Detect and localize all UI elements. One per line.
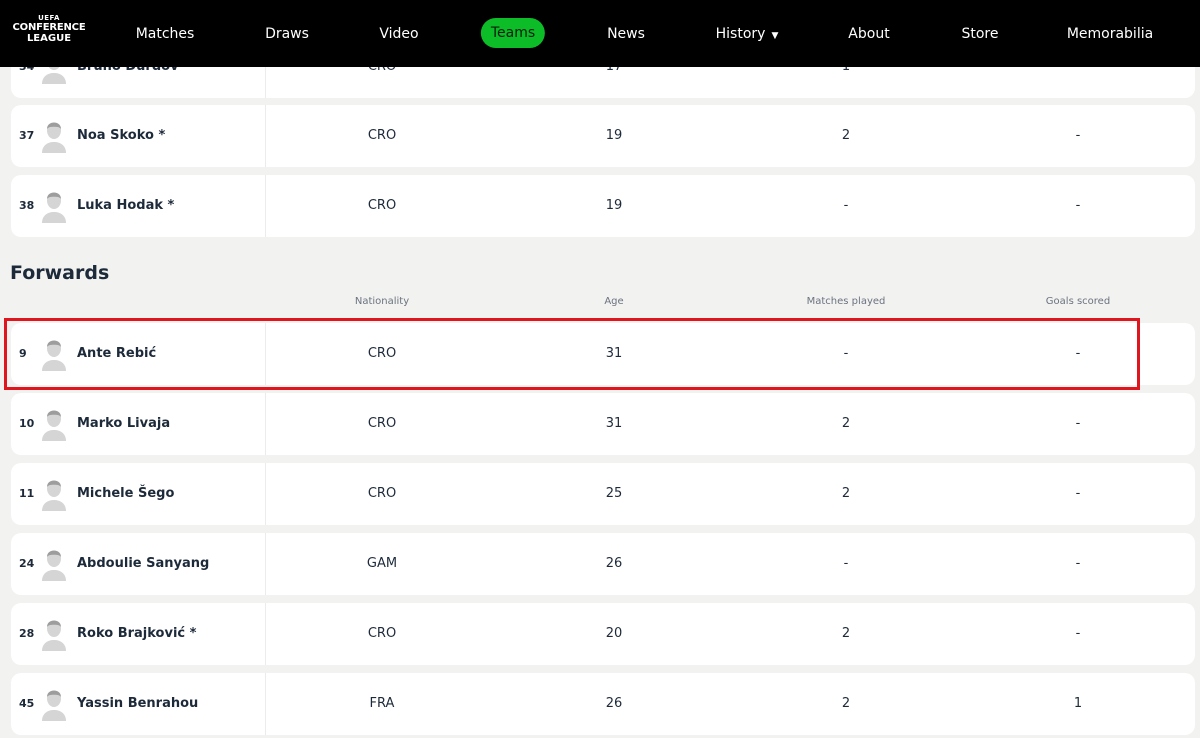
nav-history[interactable]: History ▼ xyxy=(716,20,779,48)
row-divider xyxy=(265,463,266,525)
player-avatar-icon xyxy=(41,339,67,371)
player-nationality: CRO xyxy=(367,198,397,213)
player-row[interactable]: 45 Yassin Benrahou FRA 26 2 1 xyxy=(11,673,1195,735)
player-avatar-icon xyxy=(41,191,67,223)
row-divider xyxy=(265,673,266,735)
logo-uefa-text: UEFA xyxy=(38,14,60,22)
header-goals-scored: Goals scored xyxy=(1045,296,1111,307)
player-row[interactable]: 10 Marko Livaja CRO 31 2 - xyxy=(11,393,1195,455)
player-nationality: CRO xyxy=(367,346,397,361)
player-name[interactable]: Luka Hodak * xyxy=(77,175,174,237)
player-row[interactable]: 38 Luka Hodak * CRO 19 - - xyxy=(11,175,1195,237)
player-matches-played: 2 xyxy=(841,626,851,641)
player-row[interactable]: 9 Ante Rebić CRO 31 - - xyxy=(11,323,1195,385)
player-nationality: CRO xyxy=(367,626,397,641)
row-divider xyxy=(265,175,266,237)
player-row[interactable]: 37 Noa Skoko * CRO 19 2 - xyxy=(11,105,1195,167)
header-age: Age xyxy=(604,296,624,307)
player-nationality: GAM xyxy=(366,556,398,571)
player-age: 19 xyxy=(605,128,623,143)
player-matches-played: - xyxy=(843,556,849,571)
player-avatar-icon xyxy=(41,549,67,581)
player-nationality: CRO xyxy=(367,128,397,143)
player-goals-scored: - xyxy=(1075,416,1081,431)
player-nationality: CRO xyxy=(367,416,397,431)
row-divider xyxy=(265,105,266,167)
player-avatar-icon xyxy=(41,689,67,721)
nav-store[interactable]: Store xyxy=(961,20,998,48)
player-number: 9 xyxy=(19,347,27,360)
player-number: 24 xyxy=(19,557,35,570)
player-goals-scored: - xyxy=(1075,198,1081,213)
player-name[interactable]: Michele Šego xyxy=(77,463,174,525)
player-number: 38 xyxy=(19,199,35,212)
row-divider xyxy=(265,393,266,455)
header-matches-played: Matches played xyxy=(806,296,886,307)
nav-draws[interactable]: Draws xyxy=(265,20,309,48)
player-number: 28 xyxy=(19,627,35,640)
player-age: 26 xyxy=(605,696,623,711)
player-age: 20 xyxy=(605,626,623,641)
header-nationality: Nationality xyxy=(354,296,410,307)
player-goals-scored: - xyxy=(1075,128,1081,143)
player-goals-scored: 1 xyxy=(1073,696,1083,711)
player-row[interactable]: 11 Michele Šego CRO 25 2 - xyxy=(11,463,1195,525)
player-matches-played: 2 xyxy=(841,416,851,431)
player-age: 31 xyxy=(605,416,623,431)
player-nationality: CRO xyxy=(367,486,397,501)
player-goals-scored: - xyxy=(1075,626,1081,641)
logo-line2: LEAGUE xyxy=(26,33,72,44)
player-age: 31 xyxy=(605,346,623,361)
player-goals-scored: - xyxy=(1075,346,1081,361)
player-name[interactable]: Marko Livaja xyxy=(77,393,170,455)
player-nationality: FRA xyxy=(369,696,395,711)
player-matches-played: 2 xyxy=(841,486,851,501)
caret-down-icon: ▼ xyxy=(771,31,779,41)
player-row[interactable]: 28 Roko Brajković * CRO 20 2 - xyxy=(11,603,1195,665)
player-matches-played: 2 xyxy=(841,696,851,711)
player-number: 11 xyxy=(19,487,35,500)
nav-matches[interactable]: Matches xyxy=(136,20,195,48)
player-age: 25 xyxy=(605,486,623,501)
player-avatar-icon xyxy=(41,121,67,153)
nav-teams[interactable]: Teams xyxy=(480,18,546,48)
nav-history-label: History xyxy=(715,26,766,42)
logo-line1: CONFERENCE xyxy=(12,22,86,33)
nav-memorabilia[interactable]: Memorabilia xyxy=(1067,20,1153,48)
player-row[interactable]: 24 Abdoulie Sanyang GAM 26 - - xyxy=(11,533,1195,595)
player-name[interactable]: Noa Skoko * xyxy=(77,105,165,167)
player-age: 19 xyxy=(605,198,623,213)
conference-league-logo[interactable]: UEFA CONFERENCE LEAGUE xyxy=(8,14,90,54)
nav-news[interactable]: News xyxy=(607,20,645,48)
player-number: 10 xyxy=(19,417,35,430)
nav-video[interactable]: Video xyxy=(379,20,418,48)
player-avatar-icon xyxy=(41,619,67,651)
nav-about[interactable]: About xyxy=(848,20,889,48)
player-name[interactable]: Roko Brajković * xyxy=(77,603,196,665)
player-goals-scored: - xyxy=(1075,486,1081,501)
player-number: 37 xyxy=(19,129,35,142)
player-matches-played: 2 xyxy=(841,128,851,143)
player-name[interactable]: Abdoulie Sanyang xyxy=(77,533,209,595)
player-matches-played: - xyxy=(843,346,849,361)
player-avatar-icon xyxy=(41,479,67,511)
player-avatar-icon xyxy=(41,409,67,441)
player-name[interactable]: Yassin Benrahou xyxy=(77,673,198,735)
row-divider xyxy=(265,533,266,595)
player-goals-scored: - xyxy=(1075,556,1081,571)
section-title-forwards: Forwards xyxy=(10,262,110,284)
top-navbar: UEFA CONFERENCE LEAGUE Matches Draws Vid… xyxy=(0,0,1200,67)
player-name[interactable]: Ante Rebić xyxy=(77,323,156,385)
player-number: 45 xyxy=(19,697,35,710)
row-divider xyxy=(265,603,266,665)
player-age: 26 xyxy=(605,556,623,571)
player-matches-played: - xyxy=(843,198,849,213)
row-divider xyxy=(265,323,266,385)
